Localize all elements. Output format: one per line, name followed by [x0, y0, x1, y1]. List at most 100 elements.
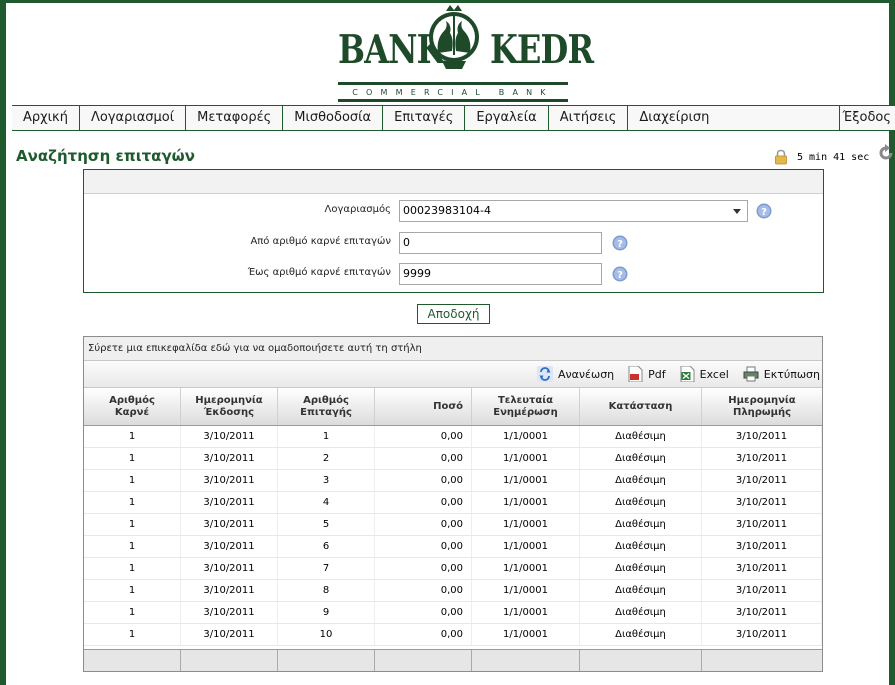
table-cell: 2 [278, 448, 375, 469]
accept-button[interactable]: Αποδοχή [417, 304, 490, 324]
nav-item-admin[interactable]: Διαχείριση [628, 106, 720, 130]
footer-cell [181, 650, 278, 671]
account-select[interactable]: 00023983104-4 [399, 200, 748, 222]
nav-item-cheques[interactable]: Επιταγές [383, 106, 466, 130]
session-timer: 5 min 41 sec [774, 148, 869, 166]
table-cell: 1 [84, 558, 181, 579]
nav-item-home[interactable]: Αρχική [12, 106, 80, 130]
table-cell: 1 [84, 470, 181, 491]
table-cell: Διαθέσιμη [580, 536, 702, 557]
lock-icon [775, 149, 787, 165]
refresh-button[interactable]: Ανανέωση [536, 366, 615, 382]
table-cell: 3/10/2011 [181, 448, 278, 469]
print-button[interactable]: Εκτύπωση [743, 366, 820, 382]
bank-logo[interactable]: BANK KEDR COMMERCIAL BANK [332, 3, 594, 103]
table-cell: 3/10/2011 [181, 602, 278, 623]
table-cell: Διαθέσιμη [580, 602, 702, 623]
help-icon[interactable]: ? [612, 266, 628, 282]
table-cell: 3/10/2011 [181, 558, 278, 579]
table-cell: 3 [278, 470, 375, 491]
table-cell: Διαθέσιμη [580, 448, 702, 469]
table-cell: Διαθέσιμη [580, 624, 702, 645]
table-cell: 3/10/2011 [702, 536, 822, 557]
svg-text:?: ? [617, 270, 623, 281]
col-header-payment-date[interactable]: Ημερομηνία Πληρωμής [702, 388, 822, 425]
table-cell: 6 [278, 536, 375, 557]
pdf-button[interactable]: Pdf [628, 366, 666, 382]
table-row[interactable]: 1 3/10/2011 5 0,00 1/1/0001 Διαθέσιμη 3/10/201… [84, 514, 822, 536]
col-header-amount[interactable]: Ποσό [375, 388, 472, 425]
help-icon[interactable]: ? [612, 235, 628, 251]
table-cell: 3/10/2011 [702, 602, 822, 623]
search-form: Λογαριασμός 00023983104-4 ? Από αριθμό κ… [83, 169, 824, 293]
grid-body: 1 3/10/2011 1 0,00 1/1/0001 Διαθέσιμη 3/10/201… [84, 426, 822, 646]
table-cell: 3/10/2011 [702, 448, 822, 469]
table-cell: 3/10/2011 [702, 514, 822, 535]
excel-label: Excel [699, 367, 729, 381]
main-nav: Αρχική Λογαριασμοί Μεταφορές Μισθοδοσία … [12, 105, 895, 131]
table-row[interactable]: 1 3/10/2011 8 0,00 1/1/0001 Διαθέσιμη 3/10/201… [84, 580, 822, 602]
from-input[interactable]: 0 [399, 232, 602, 254]
table-cell: 0,00 [375, 514, 472, 535]
table-cell: 1/1/0001 [472, 426, 580, 447]
table-cell: 1 [84, 580, 181, 601]
table-row[interactable]: 1 3/10/2011 2 0,00 1/1/0001 Διαθέσιμη 3/10/201… [84, 448, 822, 470]
table-cell: 1/1/0001 [472, 624, 580, 645]
logo-right-word: KEDR [490, 27, 594, 73]
footer-cell [278, 650, 375, 671]
table-cell: 3/10/2011 [702, 558, 822, 579]
footer-cell [702, 650, 822, 671]
table-row[interactable]: 1 3/10/2011 7 0,00 1/1/0001 Διαθέσιμη 3/10/201… [84, 558, 822, 580]
table-row[interactable]: 1 3/10/2011 9 0,00 1/1/0001 Διαθέσιμη 3/10/201… [84, 602, 822, 624]
to-input[interactable]: 9999 [399, 263, 602, 285]
table-cell: 1 [84, 426, 181, 447]
table-cell: 3/10/2011 [181, 492, 278, 513]
print-icon [743, 366, 759, 382]
col-header-booklet[interactable]: Αριθμός Καρνέ [84, 388, 181, 425]
nav-item-exit[interactable]: Έξοδος [838, 106, 895, 130]
table-cell: 3/10/2011 [181, 580, 278, 601]
help-icon[interactable]: ? [756, 203, 772, 219]
footer-cell [84, 650, 181, 671]
table-cell: 1/1/0001 [472, 470, 580, 491]
table-cell: 0,00 [375, 602, 472, 623]
table-cell: 0,00 [375, 536, 472, 557]
app-frame: BANK KEDR COMMERCIAL BANK Αρχική Λογαρια… [0, 0, 895, 685]
table-row[interactable]: 1 3/10/2011 10 0,00 1/1/0001 Διαθέσιμη 3/10/20… [84, 624, 822, 646]
account-row: Λογαριασμός 00023983104-4 ? [84, 200, 823, 224]
col-header-status[interactable]: Κατάσταση [580, 388, 702, 425]
table-cell: 0,00 [375, 492, 472, 513]
table-cell: Διαθέσιμη [580, 470, 702, 491]
chevron-down-icon[interactable] [733, 209, 741, 214]
group-by-panel[interactable]: Σύρετε μια επικεφαλίδα εδώ για να ομαδοπ… [84, 337, 822, 361]
table-row[interactable]: 1 3/10/2011 6 0,00 1/1/0001 Διαθέσιμη 3/10/201… [84, 536, 822, 558]
nav-item-tools[interactable]: Εργαλεία [465, 106, 549, 130]
nav-item-accounts[interactable]: Λογαριασμοί [80, 106, 187, 130]
nav-item-transfers[interactable]: Μεταφορές [186, 106, 284, 130]
refresh-icon [536, 366, 553, 382]
form-header-strip [84, 170, 823, 194]
table-cell: 7 [278, 558, 375, 579]
table-row[interactable]: 1 3/10/2011 3 0,00 1/1/0001 Διαθέσιμη 3/10/201… [84, 470, 822, 492]
table-cell: 0,00 [375, 470, 472, 491]
table-row[interactable]: 1 3/10/2011 4 0,00 1/1/0001 Διαθέσιμη 3/10/201… [84, 492, 822, 514]
col-header-last-update[interactable]: Τελευταία Ενημέρωση [472, 388, 580, 425]
from-row: Από αριθμό καρνέ επιταγών 0 ? [84, 232, 823, 256]
table-row[interactable]: 1 3/10/2011 1 0,00 1/1/0001 Διαθέσιμη 3/10/201… [84, 426, 822, 448]
table-cell: Διαθέσιμη [580, 492, 702, 513]
footer-cell [472, 650, 580, 671]
table-cell: 0,00 [375, 558, 472, 579]
col-header-issue-date[interactable]: Ημερομηνία Έκδοσης [181, 388, 278, 425]
col-header-cheque-number[interactable]: Αριθμός Επιταγής [278, 388, 375, 425]
account-select-value: 00023983104-4 [403, 204, 491, 217]
table-cell: 3/10/2011 [181, 514, 278, 535]
refresh-label: Ανανέωση [557, 367, 615, 381]
nav-item-payroll[interactable]: Μισθοδοσία [283, 106, 384, 130]
table-cell: 3/10/2011 [702, 492, 822, 513]
table-cell: 0,00 [375, 426, 472, 447]
table-cell: 10 [278, 624, 375, 645]
excel-button[interactable]: Excel [680, 366, 729, 382]
nav-item-requests[interactable]: Αιτήσεις [549, 106, 629, 130]
refresh-icon[interactable] [877, 144, 895, 162]
